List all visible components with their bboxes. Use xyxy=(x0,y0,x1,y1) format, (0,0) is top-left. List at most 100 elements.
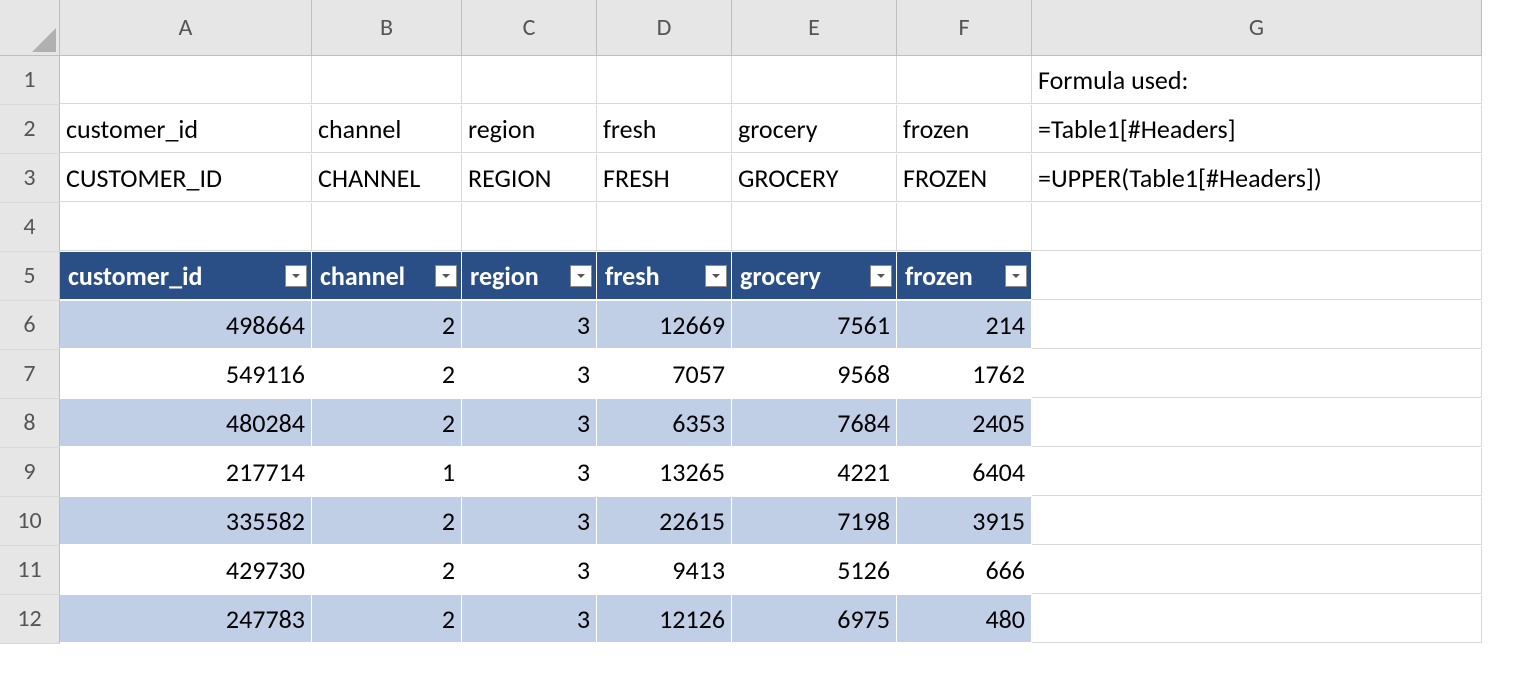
filter-dropdown-button[interactable] xyxy=(705,265,727,287)
table-header-cell[interactable]: fresh xyxy=(597,252,732,300)
row-header[interactable]: 6 xyxy=(0,301,60,350)
table-cell[interactable]: 429730 xyxy=(60,546,312,594)
cell[interactable]: GROCERY xyxy=(732,154,897,202)
cell[interactable] xyxy=(60,203,312,251)
cell-formula[interactable]: =UPPER(Table1[#Headers]) xyxy=(1032,154,1482,202)
table-cell[interactable]: 3 xyxy=(462,595,597,643)
table-header-cell[interactable]: frozen xyxy=(897,252,1032,300)
cell[interactable] xyxy=(312,203,462,251)
table-cell[interactable]: 3 xyxy=(462,448,597,496)
table-cell[interactable]: 3915 xyxy=(897,497,1032,545)
row-header[interactable]: 3 xyxy=(0,154,60,203)
table-cell[interactable]: 12669 xyxy=(597,301,732,349)
cell[interactable]: FRESH xyxy=(597,154,732,202)
table-cell[interactable]: 3 xyxy=(462,399,597,447)
row-header[interactable]: 1 xyxy=(0,56,60,105)
table-header-cell[interactable]: customer_id xyxy=(60,252,312,300)
table-cell[interactable]: 6975 xyxy=(732,595,897,643)
table-cell[interactable]: 2 xyxy=(312,301,462,349)
table-cell[interactable]: 3 xyxy=(462,497,597,545)
table-header-cell[interactable]: grocery xyxy=(732,252,897,300)
cell[interactable] xyxy=(462,56,597,104)
cell[interactable] xyxy=(1032,301,1482,349)
table-header-cell[interactable]: region xyxy=(462,252,597,300)
cell[interactable] xyxy=(732,203,897,251)
row-header[interactable]: 11 xyxy=(0,546,60,595)
cell[interactable] xyxy=(1032,595,1482,643)
cell[interactable] xyxy=(1032,252,1482,300)
column-header[interactable]: G xyxy=(1032,0,1482,56)
row-header[interactable]: 10 xyxy=(0,497,60,546)
filter-dropdown-button[interactable] xyxy=(570,265,592,287)
table-cell[interactable]: 2 xyxy=(312,350,462,398)
table-cell[interactable]: 3 xyxy=(462,546,597,594)
table-cell[interactable]: 3 xyxy=(462,350,597,398)
table-cell[interactable]: 1762 xyxy=(897,350,1032,398)
table-cell[interactable]: 3 xyxy=(462,301,597,349)
table-cell[interactable]: 9413 xyxy=(597,546,732,594)
cell[interactable]: CHANNEL xyxy=(312,154,462,202)
table-cell[interactable]: 1 xyxy=(312,448,462,496)
table-cell[interactable]: 217714 xyxy=(60,448,312,496)
cell[interactable]: grocery xyxy=(732,105,897,153)
table-cell[interactable]: 5126 xyxy=(732,546,897,594)
column-header[interactable]: A xyxy=(60,0,312,56)
table-cell[interactable]: 247783 xyxy=(60,595,312,643)
table-cell[interactable]: 549116 xyxy=(60,350,312,398)
column-header[interactable]: D xyxy=(597,0,732,56)
table-cell[interactable]: 498664 xyxy=(60,301,312,349)
row-header[interactable]: 12 xyxy=(0,595,60,644)
table-cell[interactable]: 7684 xyxy=(732,399,897,447)
cell[interactable] xyxy=(597,203,732,251)
row-header[interactable]: 2 xyxy=(0,105,60,154)
cell[interactable]: region xyxy=(462,105,597,153)
table-cell[interactable]: 335582 xyxy=(60,497,312,545)
cell[interactable] xyxy=(1032,350,1482,398)
table-cell[interactable]: 13265 xyxy=(597,448,732,496)
table-cell[interactable]: 6353 xyxy=(597,399,732,447)
column-header[interactable]: F xyxy=(897,0,1032,56)
cell-formula[interactable]: =Table1[#Headers] xyxy=(1032,105,1482,153)
cell[interactable] xyxy=(1032,203,1482,251)
table-cell[interactable]: 22615 xyxy=(597,497,732,545)
cell[interactable] xyxy=(1032,399,1482,447)
cell-formula-label[interactable]: Formula used: xyxy=(1032,56,1482,104)
table-cell[interactable]: 214 xyxy=(897,301,1032,349)
table-cell[interactable]: 666 xyxy=(897,546,1032,594)
table-cell[interactable]: 7198 xyxy=(732,497,897,545)
table-cell[interactable]: 2 xyxy=(312,399,462,447)
table-header-cell[interactable]: channel xyxy=(312,252,462,300)
cell[interactable] xyxy=(897,203,1032,251)
row-header[interactable]: 9 xyxy=(0,448,60,497)
cell[interactable] xyxy=(597,56,732,104)
cell[interactable] xyxy=(732,56,897,104)
cell[interactable] xyxy=(897,56,1032,104)
column-header[interactable]: B xyxy=(312,0,462,56)
cell[interactable] xyxy=(1032,546,1482,594)
row-header[interactable]: 7 xyxy=(0,350,60,399)
cell[interactable] xyxy=(312,56,462,104)
table-cell[interactable]: 2405 xyxy=(897,399,1032,447)
cell[interactable]: fresh xyxy=(597,105,732,153)
table-cell[interactable]: 4221 xyxy=(732,448,897,496)
cell[interactable] xyxy=(60,56,312,104)
cell[interactable] xyxy=(1032,448,1482,496)
row-header[interactable]: 8 xyxy=(0,399,60,448)
table-cell[interactable]: 2 xyxy=(312,497,462,545)
table-cell[interactable]: 2 xyxy=(312,595,462,643)
table-cell[interactable]: 7057 xyxy=(597,350,732,398)
filter-dropdown-button[interactable] xyxy=(870,265,892,287)
table-cell[interactable]: 9568 xyxy=(732,350,897,398)
table-cell[interactable]: 2 xyxy=(312,546,462,594)
table-cell[interactable]: 480284 xyxy=(60,399,312,447)
table-cell[interactable]: 480 xyxy=(897,595,1032,643)
cell[interactable]: channel xyxy=(312,105,462,153)
table-cell[interactable]: 6404 xyxy=(897,448,1032,496)
column-header[interactable]: C xyxy=(462,0,597,56)
cell[interactable]: frozen xyxy=(897,105,1032,153)
cell[interactable]: FROZEN xyxy=(897,154,1032,202)
table-cell[interactable]: 7561 xyxy=(732,301,897,349)
cell[interactable]: customer_id xyxy=(60,105,312,153)
cell[interactable] xyxy=(1032,497,1482,545)
filter-dropdown-button[interactable] xyxy=(285,265,307,287)
